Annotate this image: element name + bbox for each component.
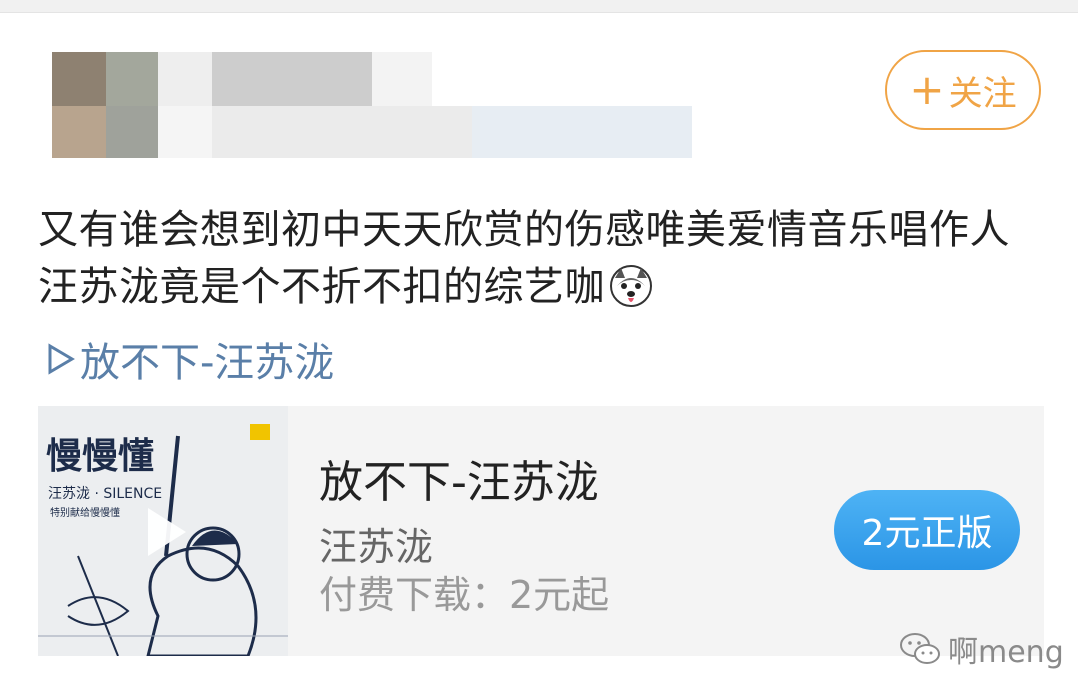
cover-title: 慢慢懂 xyxy=(46,436,154,477)
plus-icon: + xyxy=(909,65,945,114)
play-icon[interactable] xyxy=(134,502,194,562)
music-link[interactable]: 放不下-汪苏泷 xyxy=(46,330,334,388)
name-pixel xyxy=(158,106,212,158)
user-info-blurred[interactable] xyxy=(52,52,692,164)
cover-tag: 特别献给慢慢懂 xyxy=(50,506,120,519)
wechat-icon xyxy=(900,633,940,664)
name-pixel xyxy=(158,52,212,106)
price-text: 付费下载：2元起 xyxy=(319,573,610,617)
avatar-pixel xyxy=(106,106,158,158)
post-body: 又有谁会想到初中天天欣赏的伤感唯美爱情音乐唱作人汪苏泷竟是个不折不扣的综艺咖 xyxy=(38,207,1010,310)
artist-name: 汪苏泷 xyxy=(319,525,434,569)
top-divider xyxy=(0,0,1078,13)
watermark: 啊meng xyxy=(898,627,1064,671)
avatar-pixel xyxy=(52,106,106,158)
cover-subtitle: 汪苏泷 · SILENCE xyxy=(48,486,162,502)
husky-dog-emoji-icon xyxy=(610,265,652,307)
follow-button[interactable]: + 关注 xyxy=(885,50,1041,130)
name-pixel xyxy=(372,52,432,106)
name-pixel xyxy=(472,106,692,158)
avatar-pixel xyxy=(106,52,158,106)
buy-button[interactable]: 2元正版 xyxy=(834,490,1020,570)
name-pixel xyxy=(212,52,372,106)
name-pixel xyxy=(212,106,472,158)
album-cover[interactable]: 慢慢懂 汪苏泷 · SILENCE 特别献给慢慢懂 xyxy=(38,406,288,656)
play-triangle-icon xyxy=(48,343,75,375)
music-card[interactable]: 慢慢懂 汪苏泷 · SILENCE 特别献给慢慢懂 放不下-汪苏泷 汪苏泷 付费… xyxy=(38,406,1044,656)
song-title: 放不下-汪苏泷 xyxy=(319,457,599,508)
watermark-text: 啊meng xyxy=(948,635,1064,670)
post-text: 又有谁会想到初中天天欣赏的伤感唯美爱情音乐唱作人汪苏泷竟是个不折不扣的综艺咖 xyxy=(38,202,1038,316)
follow-label: 关注 xyxy=(948,73,1017,114)
avatar-pixel xyxy=(52,52,106,106)
music-link-label: 放不下-汪苏泷 xyxy=(80,340,335,386)
